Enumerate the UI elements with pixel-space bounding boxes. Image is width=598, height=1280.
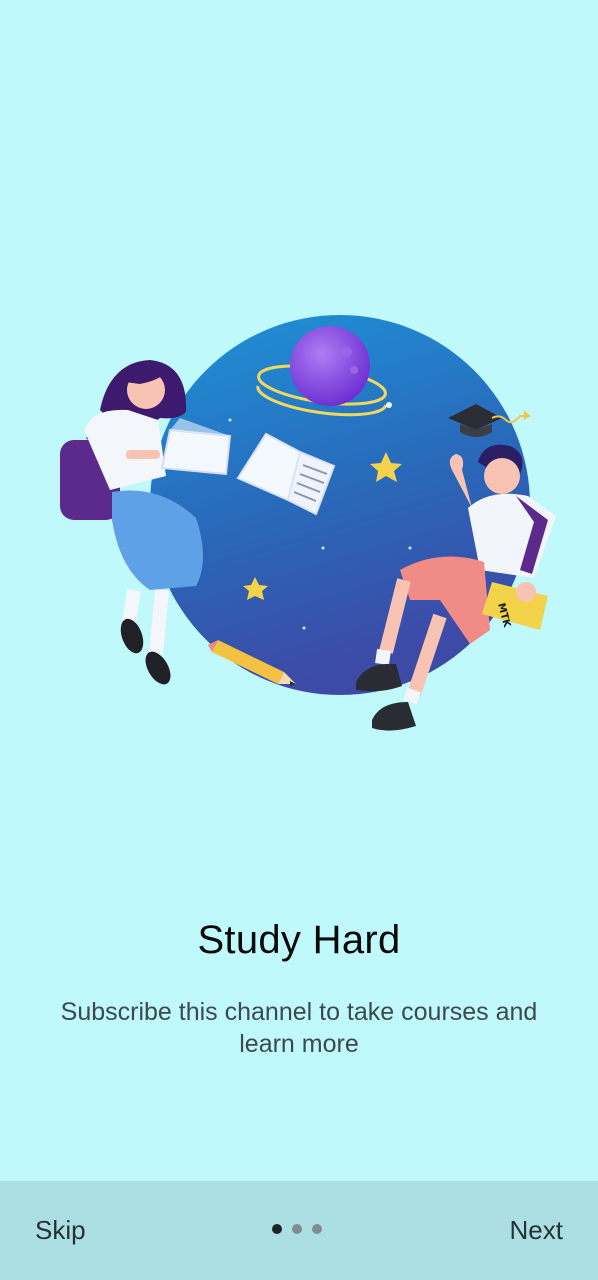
- next-button[interactable]: Next: [508, 1213, 565, 1248]
- page-dot: [312, 1224, 322, 1234]
- skip-button[interactable]: Skip: [33, 1213, 88, 1248]
- page-dot: [292, 1224, 302, 1234]
- onboarding-title: Study Hard: [197, 918, 401, 962]
- onboarding-bottom-bar: Skip Next: [0, 1181, 598, 1280]
- page-dot-active: [272, 1224, 282, 1234]
- mtk-book-icon: MTK: [482, 582, 548, 630]
- onboarding-subtitle: Subscribe this channel to take courses a…: [60, 998, 538, 1058]
- page-indicator: [272, 1224, 322, 1236]
- onboarding-illustration: MTK: [60, 315, 556, 731]
